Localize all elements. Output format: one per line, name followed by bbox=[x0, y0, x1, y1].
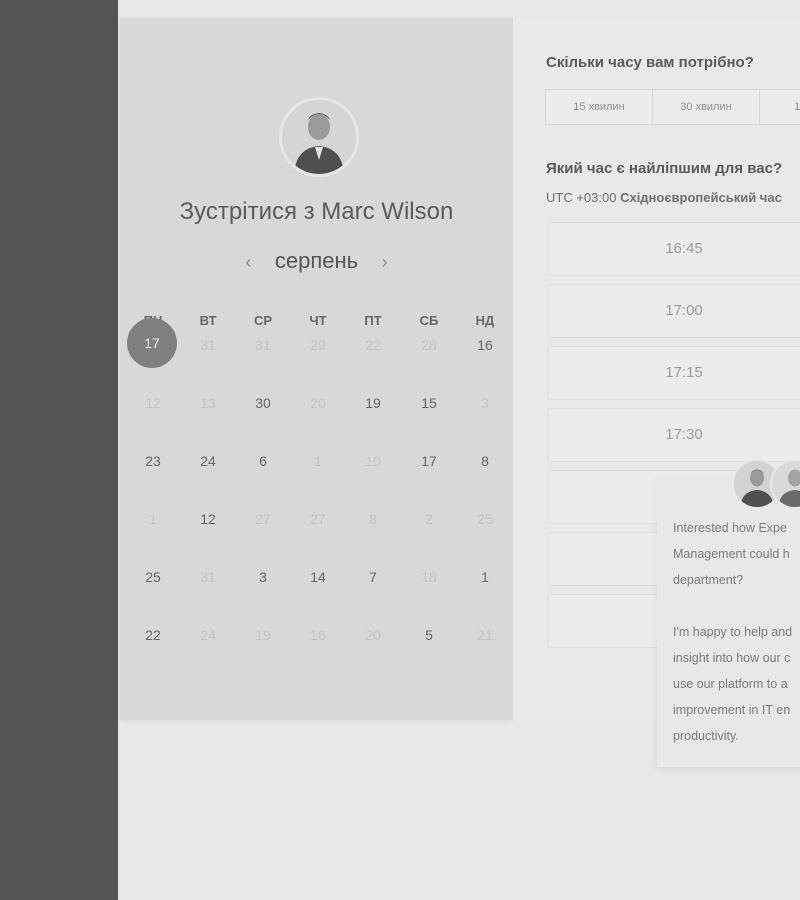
calendar-day: 12 bbox=[145, 395, 161, 411]
calendar-day: 21 bbox=[477, 627, 493, 643]
calendar-day: 31 bbox=[200, 337, 216, 353]
calendar-day: 8 bbox=[369, 511, 377, 527]
calendar-day: 10 bbox=[365, 453, 381, 469]
calendar-day: 3 bbox=[481, 395, 489, 411]
calendar-day[interactable]: 23 bbox=[133, 451, 173, 471]
calendar-day: 25 bbox=[477, 511, 493, 527]
chevron-right-icon[interactable]: › bbox=[375, 252, 395, 273]
duration-selector: 15 хвилин 30 хвилин 1 bbox=[545, 89, 800, 125]
calendar-day[interactable]: 25 bbox=[133, 567, 173, 587]
weekday-label: НД bbox=[475, 313, 495, 328]
chat-popup[interactable]: Interested how Expe Management could h d… bbox=[657, 459, 800, 767]
calendar-day: 31 bbox=[255, 337, 271, 353]
time-question: Який час є найліпшим для вас? bbox=[546, 160, 783, 177]
person-avatar-icon bbox=[772, 461, 800, 507]
calendar-day: 20 bbox=[365, 627, 381, 643]
month-label: серпень bbox=[274, 248, 359, 273]
calendar-day[interactable]: 17 bbox=[409, 451, 449, 471]
calendar-day[interactable]: 6 bbox=[243, 451, 283, 471]
calendar-day: 18 bbox=[421, 569, 437, 585]
calendar-card: Зустрітися з Marc Wilson ‹ серпень › ПНВ… bbox=[120, 18, 513, 720]
time-slot[interactable]: 17:15 bbox=[548, 346, 800, 400]
calendar-day: 13 bbox=[200, 395, 216, 411]
weekday-label: ЧТ bbox=[309, 313, 327, 328]
chevron-left-icon[interactable]: ‹ bbox=[238, 252, 258, 273]
calendar-day: 2 bbox=[425, 511, 433, 527]
chat-message: Interested how Expe Management could h d… bbox=[673, 521, 793, 743]
calendar-day[interactable]: 19 bbox=[353, 393, 393, 413]
selected-day[interactable]: 17 bbox=[127, 318, 177, 368]
time-slot[interactable]: 16:45 bbox=[548, 222, 800, 276]
calendar-day[interactable]: 15 bbox=[409, 393, 449, 413]
month-navigation: ‹ серпень › bbox=[120, 248, 513, 274]
calendar-day: 22 bbox=[365, 337, 381, 353]
host-avatar bbox=[279, 97, 359, 177]
calendar-day: 20 bbox=[310, 395, 326, 411]
calendar-day[interactable]: 7 bbox=[353, 567, 393, 587]
left-sidebar-strip bbox=[0, 0, 118, 900]
weekday-label: СР bbox=[253, 313, 273, 328]
calendar-day: 31 bbox=[200, 569, 216, 585]
weekday-label: СБ bbox=[419, 313, 439, 328]
timezone-offset: UTC +03:00 bbox=[546, 190, 617, 205]
weekday-label: ПТ bbox=[364, 313, 382, 328]
weekday-label: ВТ bbox=[199, 313, 217, 328]
calendar-day: 29 bbox=[310, 337, 326, 353]
calendar-day[interactable]: 5 bbox=[409, 625, 449, 645]
calendar-day: 16 bbox=[310, 627, 326, 643]
time-slot[interactable]: 17:30 bbox=[548, 408, 800, 462]
calendar-day: 1 bbox=[314, 453, 322, 469]
duration-option-60[interactable]: 1 bbox=[760, 90, 800, 124]
timezone-name: Східноєвропейський час bbox=[620, 190, 782, 205]
duration-option-15[interactable]: 15 хвилин bbox=[546, 90, 653, 124]
calendar-day[interactable]: 22 bbox=[133, 625, 173, 645]
calendar-day[interactable]: 14 bbox=[298, 567, 338, 587]
calendar-day: 27 bbox=[310, 511, 326, 527]
meeting-title: Зустрітися з Marc Wilson bbox=[179, 198, 454, 225]
calendar-day[interactable]: 1 bbox=[465, 567, 505, 587]
person-avatar-icon bbox=[282, 100, 356, 174]
timezone-label: UTC +03:00 Східноєвропейський час bbox=[546, 190, 782, 205]
calendar-day: 24 bbox=[200, 627, 216, 643]
calendar-day: 19 bbox=[255, 627, 271, 643]
calendar-day[interactable]: 16 bbox=[465, 335, 505, 355]
calendar-day: 1 bbox=[149, 511, 157, 527]
calendar-day[interactable]: 30 bbox=[243, 393, 283, 413]
calendar-day[interactable]: 24 bbox=[188, 451, 228, 471]
time-slot[interactable]: 17:00 bbox=[548, 284, 800, 338]
calendar-day[interactable]: 8 bbox=[465, 451, 505, 471]
calendar-day: 27 bbox=[255, 511, 271, 527]
duration-question: Скільки часу вам потрібно? bbox=[546, 54, 754, 71]
calendar-day[interactable]: 3 bbox=[243, 567, 283, 587]
calendar-day[interactable]: 12 bbox=[188, 509, 228, 529]
calendar-day: 28 bbox=[421, 337, 437, 353]
duration-option-30[interactable]: 30 хвилин bbox=[653, 90, 760, 124]
